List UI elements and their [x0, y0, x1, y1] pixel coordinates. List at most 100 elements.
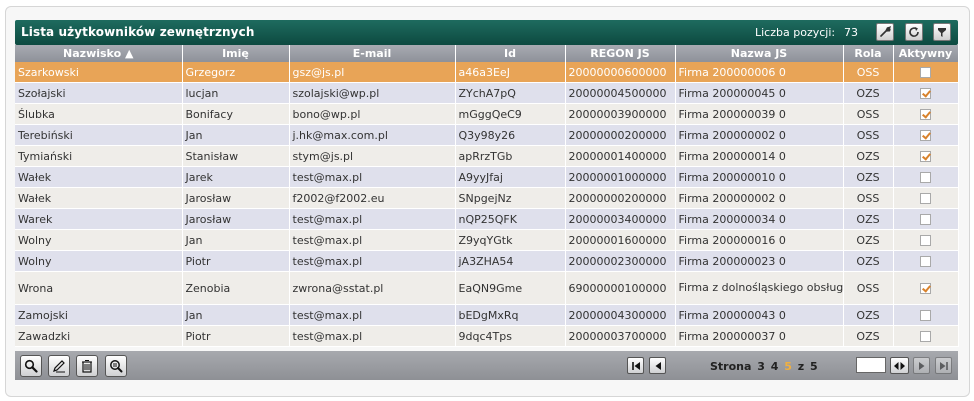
- previous-page-icon: [655, 361, 661, 370]
- cell-nazwa: Firma 200000043 0: [675, 304, 844, 326]
- table-row[interactable]: Zamojski Jan test@max.pl bEDgMxRq 200000…: [15, 304, 959, 326]
- table-row[interactable]: Wałek Jarosław f2002@f2002.eu SNpgejNz 2…: [15, 187, 959, 209]
- cell-rola: OSS: [843, 124, 894, 146]
- cell-imie: Grzegorz: [182, 62, 290, 83]
- cell-imie: Piotr: [182, 250, 290, 272]
- active-checkbox[interactable]: [920, 67, 931, 78]
- cell-nazwisko: Warek: [15, 208, 183, 230]
- wrench-icon: [880, 26, 891, 37]
- column-header-regon[interactable]: REGON JS: [565, 45, 676, 62]
- pager-of: z: [797, 360, 805, 373]
- delete-button[interactable]: [76, 355, 98, 377]
- details-button[interactable]: [105, 355, 127, 377]
- table-row[interactable]: Ślubka Bonifacy bono@wp.pl mGggQeC9 2000…: [15, 103, 959, 125]
- table-row[interactable]: Szołajski lucjan szolajski@wp.pl ZYchA7p…: [15, 82, 959, 104]
- cell-regon: 20000001000000: [565, 166, 676, 188]
- search-icon: [24, 359, 38, 373]
- cell-rola: OZS: [843, 82, 894, 104]
- search-details-icon: [110, 360, 123, 373]
- cell-nazwisko: Terebiński: [15, 124, 183, 146]
- active-checkbox[interactable]: [920, 283, 931, 294]
- filter-icon: [938, 28, 946, 37]
- column-header-aktywny[interactable]: Aktywny: [893, 45, 959, 62]
- cell-rola: OSS: [843, 271, 894, 305]
- first-page-button[interactable]: [627, 357, 644, 374]
- cell-nazwa: Firma 200000016 0: [675, 229, 844, 251]
- header-row: Nazwisko ▲ Imię E-mail Id REGON JS Nazwa…: [15, 45, 959, 62]
- count-value: 73: [844, 26, 858, 39]
- active-checkbox[interactable]: [920, 193, 931, 204]
- cell-rola: OZS: [843, 250, 894, 272]
- table-row[interactable]: Tymiański Stanisław stym@js.pl apRrzTGb …: [15, 145, 959, 167]
- table-row[interactable]: Terebiński Jan j.hk@max.com.pl Q3y98y26 …: [15, 124, 959, 146]
- column-header-imie[interactable]: Imię: [182, 45, 290, 62]
- cell-email: test@max.pl: [289, 229, 456, 251]
- table-row[interactable]: Warek Jarosław test@max.pl nQP25QFK 2000…: [15, 208, 959, 230]
- previous-page-button[interactable]: [649, 357, 666, 374]
- refresh-button[interactable]: [905, 23, 923, 41]
- cell-nazwa: Firma 200000037 0: [675, 325, 844, 347]
- column-header-nazwa[interactable]: Nazwa JS: [675, 45, 844, 62]
- cell-id: mGggQeC9: [455, 103, 566, 125]
- table-row[interactable]: Wałek Jarek test@max.pl A9yyJfaj 2000000…: [15, 166, 959, 188]
- table-row[interactable]: Zawadzki Piotr test@max.pl 9dqc4Tps 2000…: [15, 325, 959, 347]
- column-header-nazwisko[interactable]: Nazwisko ▲: [15, 45, 183, 62]
- page-link[interactable]: 4: [771, 360, 779, 373]
- cell-id: Z9yqYGtk: [455, 229, 566, 251]
- table-row[interactable]: Wolny Piotr test@max.pl jA3ZHA54 2000000…: [15, 250, 959, 272]
- column-header-rola[interactable]: Rola: [843, 45, 894, 62]
- cell-id: A9yyJfaj: [455, 166, 566, 188]
- cell-nazwisko: Wałek: [15, 166, 183, 188]
- cell-imie: Jan: [182, 124, 290, 146]
- cell-rola: OSS: [843, 103, 894, 125]
- cell-nazwa: Firma 200000002 0: [675, 124, 844, 146]
- cell-regon: 20000000200000: [565, 124, 676, 146]
- cell-nazwa: Firma 200000039 0: [675, 103, 844, 125]
- active-checkbox[interactable]: [920, 214, 931, 225]
- next-page-button[interactable]: [913, 357, 930, 374]
- edit-button[interactable]: [48, 355, 70, 377]
- page-link[interactable]: 3: [757, 360, 765, 373]
- table-row[interactable]: Szarkowski Grzegorz gsz@js.pl a46a3EeJ 2…: [15, 62, 959, 83]
- cell-nazwa: Firma z dolnośląskiego obsługiwana przez…: [675, 271, 844, 305]
- cell-email: j.hk@max.com.pl: [289, 124, 456, 146]
- cell-imie: Jarosław: [182, 187, 290, 209]
- cell-aktywny: [893, 271, 959, 305]
- search-button[interactable]: [20, 355, 42, 377]
- page-number-input[interactable]: [856, 357, 886, 373]
- active-checkbox[interactable]: [920, 331, 931, 342]
- cell-regon: 20000000600000: [565, 62, 676, 83]
- active-checkbox[interactable]: [920, 256, 931, 267]
- cell-aktywny: [893, 103, 959, 125]
- cell-email: szolajski@wp.pl: [289, 82, 456, 104]
- cell-nazwisko: Wrona: [15, 271, 183, 305]
- filter-button[interactable]: [933, 23, 951, 41]
- active-checkbox[interactable]: [920, 151, 931, 162]
- cell-imie: Stanisław: [182, 145, 290, 167]
- active-checkbox[interactable]: [920, 109, 931, 120]
- active-checkbox[interactable]: [920, 310, 931, 321]
- cell-id: 9dqc4Tps: [455, 325, 566, 347]
- active-checkbox[interactable]: [920, 88, 931, 99]
- cell-rola: OZS: [843, 325, 894, 347]
- active-checkbox[interactable]: [920, 235, 931, 246]
- active-checkbox[interactable]: [920, 130, 931, 141]
- cell-email: test@max.pl: [289, 325, 456, 347]
- cell-rola: OZS: [843, 304, 894, 326]
- table-row[interactable]: Wolny Jan test@max.pl Z9yqYGtk 200000016…: [15, 229, 959, 251]
- cell-nazwisko: Wałek: [15, 187, 183, 209]
- last-page-button[interactable]: [935, 357, 952, 374]
- cell-aktywny: [893, 229, 959, 251]
- settings-button[interactable]: [876, 23, 894, 41]
- cell-email: gsz@js.pl: [289, 62, 456, 83]
- cell-rola: OSS: [843, 62, 894, 83]
- cell-email: stym@js.pl: [289, 145, 456, 167]
- go-to-page-button[interactable]: [890, 357, 909, 374]
- cell-regon: 20000003400000: [565, 208, 676, 230]
- active-checkbox[interactable]: [920, 172, 931, 183]
- column-header-id[interactable]: Id: [455, 45, 566, 62]
- cell-nazwa: Firma 200000010 0: [675, 166, 844, 188]
- current-page: 5: [784, 360, 792, 373]
- table-row[interactable]: Wrona Zenobia zwrona@sstat.pl EaQN9Gme 6…: [15, 271, 959, 305]
- column-header-email[interactable]: E-mail: [289, 45, 456, 62]
